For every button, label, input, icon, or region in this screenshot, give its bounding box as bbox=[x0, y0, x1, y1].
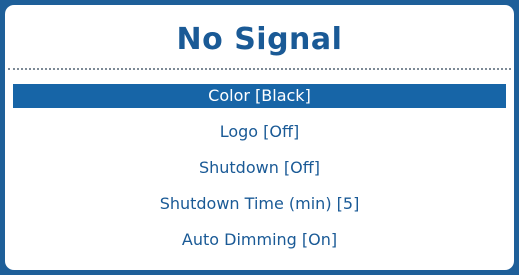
menu-item-auto-dimming[interactable]: Auto Dimming [On] bbox=[13, 228, 506, 252]
menu-item-shutdown[interactable]: Shutdown [Off] bbox=[13, 156, 506, 180]
osd-frame: No Signal Color [Black] Logo [Off] Shutd… bbox=[0, 0, 519, 275]
no-signal-menu-panel: No Signal Color [Black] Logo [Off] Shutd… bbox=[5, 5, 514, 270]
menu-item-color[interactable]: Color [Black] bbox=[13, 84, 506, 108]
title-divider bbox=[8, 68, 511, 70]
menu-title: No Signal bbox=[176, 22, 343, 57]
menu-item-shutdown-time[interactable]: Shutdown Time (min) [5] bbox=[13, 192, 506, 216]
menu-item-logo[interactable]: Logo [Off] bbox=[13, 120, 506, 144]
menu-list: Color [Black] Logo [Off] Shutdown [Off] … bbox=[13, 84, 506, 264]
